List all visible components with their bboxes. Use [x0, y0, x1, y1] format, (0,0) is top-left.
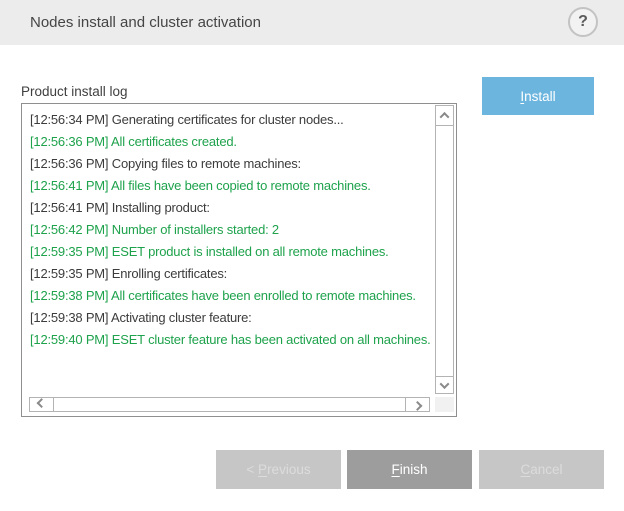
help-button[interactable]: ?: [568, 7, 598, 37]
install-button[interactable]: Install: [482, 77, 594, 115]
wizard-dialog: Nodes install and cluster activation ? P…: [0, 0, 624, 511]
log-entry: [12:56:41 PM] All files have been copied…: [30, 175, 431, 197]
finish-button[interactable]: Finish: [347, 450, 472, 489]
horizontal-scrollbar[interactable]: [29, 397, 430, 412]
page-title: Nodes install and cluster activation: [30, 0, 261, 45]
cancel-button-label: Cancel: [520, 462, 562, 477]
log-entry: [12:56:41 PM] Installing product:: [30, 197, 431, 219]
chevron-left-icon: [37, 398, 47, 408]
vertical-scrollbar[interactable]: [435, 105, 454, 394]
chevron-down-icon: [440, 379, 450, 389]
log-entry: [12:59:40 PM] ESET cluster feature has b…: [30, 329, 431, 351]
finish-button-label: Finish: [391, 462, 427, 477]
log-entry: [12:56:34 PM] Generating certificates fo…: [30, 109, 431, 131]
scroll-up-button[interactable]: [435, 105, 454, 126]
vertical-scroll-thumb[interactable]: [435, 125, 454, 377]
chevron-right-icon: [413, 401, 423, 411]
dialog-header: Nodes install and cluster activation ?: [0, 0, 624, 45]
previous-button: < Previous: [216, 450, 341, 489]
scroll-right-button[interactable]: [405, 397, 430, 412]
log-entry: [12:59:38 PM] All certificates have been…: [30, 285, 431, 307]
log-entry: [12:59:38 PM] Activating cluster feature…: [30, 307, 431, 329]
question-mark-icon: ?: [578, 13, 588, 31]
chevron-up-icon: [440, 112, 450, 122]
scrollbar-corner: [435, 397, 454, 412]
horizontal-scroll-thumb[interactable]: [53, 397, 406, 412]
scroll-down-button[interactable]: [435, 376, 454, 394]
log-entry: [12:56:36 PM] Copying files to remote ma…: [30, 153, 431, 175]
log-entry: [12:59:35 PM] ESET product is installed …: [30, 241, 431, 263]
log-entries: [12:56:34 PM] Generating certificates fo…: [22, 104, 433, 396]
log-label: Product install log: [21, 84, 128, 99]
cancel-button: Cancel: [479, 450, 604, 489]
log-entry: [12:56:36 PM] All certificates created.: [30, 131, 431, 153]
install-button-label: Install: [520, 89, 555, 104]
previous-button-label: < Previous: [246, 462, 310, 477]
log-entry: [12:56:42 PM] Number of installers start…: [30, 219, 431, 241]
product-install-log: [12:56:34 PM] Generating certificates fo…: [21, 103, 457, 417]
log-entry: [12:59:35 PM] Enrolling certificates:: [30, 263, 431, 285]
scroll-left-button[interactable]: [29, 397, 54, 412]
